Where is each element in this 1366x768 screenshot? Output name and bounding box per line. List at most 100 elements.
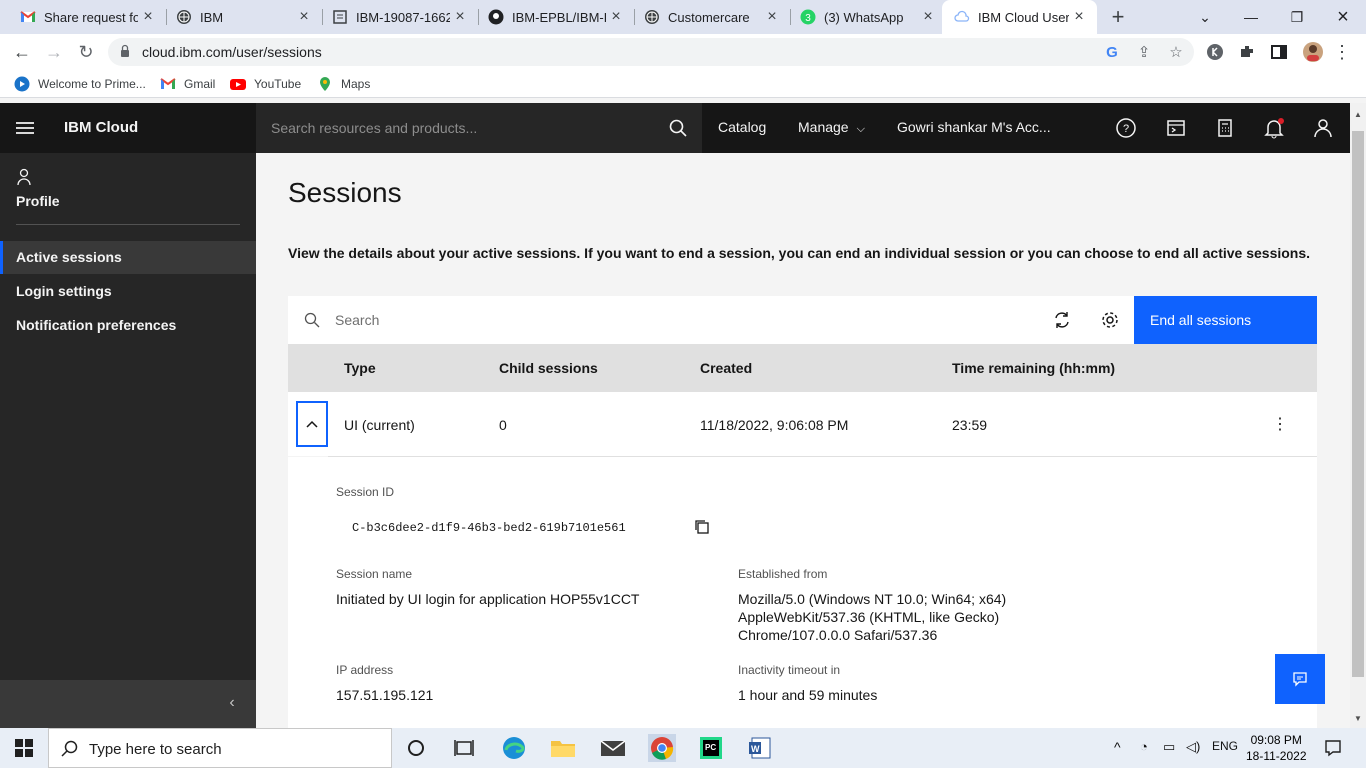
search-icon[interactable] — [668, 118, 688, 138]
expand-row-button[interactable] — [296, 401, 328, 447]
scrollbar-thumb[interactable] — [1352, 131, 1364, 677]
taskbar-clock[interactable]: 09:08 PM 18-11-2022 — [1246, 732, 1307, 764]
sidebar-item-active-sessions[interactable]: Active sessions — [0, 241, 256, 274]
chrome-icon[interactable] — [646, 734, 678, 762]
sidebar-item-notification-preferences[interactable]: Notification preferences — [0, 309, 256, 342]
chat-button[interactable] — [1275, 654, 1325, 704]
new-tab-icon[interactable]: + — [1106, 4, 1130, 29]
back-icon[interactable]: ← — [8, 38, 36, 66]
side-panel-icon[interactable] — [1270, 43, 1288, 61]
restore-icon[interactable]: ❐ — [1274, 0, 1320, 34]
google-lens-icon[interactable]: G — [1102, 42, 1122, 62]
forward-icon[interactable]: → — [40, 38, 68, 66]
window-close-icon[interactable]: × — [1320, 0, 1366, 34]
show-hidden-icons-chevron-icon[interactable]: ^ — [1114, 739, 1121, 755]
language-indicator[interactable]: ENG — [1212, 739, 1238, 753]
profile-avatar-icon[interactable] — [1302, 41, 1324, 63]
cost-estimator-icon[interactable] — [1214, 117, 1236, 139]
column-header-child-sessions[interactable]: Child sessions — [499, 360, 598, 376]
close-tab-icon[interactable]: × — [138, 7, 158, 27]
edge-browser-icon[interactable] — [498, 734, 530, 762]
task-view-icon[interactable] — [448, 734, 480, 762]
tab-whatsapp[interactable]: 3 (3) WhatsApp × — [780, 0, 946, 34]
reload-icon[interactable]: ↻ — [72, 38, 100, 66]
copy-icon[interactable] — [694, 519, 710, 535]
brand-name[interactable]: IBM Cloud — [64, 119, 138, 136]
extensions-puzzle-icon[interactable] — [1238, 43, 1256, 61]
whatsapp-icon: 3 — [800, 9, 816, 25]
settings-gear-icon[interactable] — [1098, 308, 1122, 332]
close-tab-icon[interactable]: × — [294, 7, 314, 27]
cloud-shell-icon[interactable] — [1165, 117, 1187, 139]
close-tab-icon[interactable]: × — [1069, 7, 1089, 27]
globe-icon — [177, 10, 191, 24]
refresh-icon[interactable] — [1050, 308, 1074, 332]
pycharm-icon[interactable]: PC — [695, 734, 727, 762]
battery-icon[interactable]: ▭ — [1163, 739, 1175, 755]
chevron-down-icon: ⌵ — [856, 123, 865, 135]
network-icon[interactable]: ◔ — [1140, 739, 1148, 754]
windows-start-icon[interactable] — [15, 739, 33, 757]
extension-k-icon[interactable] — [1206, 43, 1224, 61]
account-switcher[interactable]: Gowri shankar M's Acc... — [897, 119, 1051, 135]
established-from-label: Established from — [738, 567, 828, 581]
close-tab-icon[interactable]: × — [762, 7, 782, 27]
page-scrollbar[interactable]: ▲ ▼ — [1350, 103, 1366, 728]
chrome-menu-icon[interactable]: ⋮ — [1332, 42, 1352, 62]
table-search-input[interactable]: Search — [335, 312, 379, 328]
global-search[interactable]: Search resources and products... — [256, 103, 702, 153]
mail-icon[interactable] — [597, 734, 629, 762]
scroll-down-arrow-icon[interactable]: ▼ — [1352, 713, 1364, 723]
tab-ibm[interactable]: IBM × — [156, 0, 322, 34]
close-tab-icon[interactable]: × — [918, 7, 938, 27]
tab-github[interactable]: IBM-EPBL/IBM-P × — [468, 0, 634, 34]
overflow-menu-icon[interactable]: ⋮ — [1270, 414, 1290, 434]
volume-icon[interactable]: ◁) — [1186, 739, 1200, 755]
clock-date: 18-11-2022 — [1246, 749, 1307, 763]
share-icon[interactable]: ⇪ — [1134, 42, 1154, 62]
end-all-sessions-button[interactable]: End all sessions — [1134, 296, 1317, 344]
word-icon[interactable]: W — [744, 734, 776, 762]
main-content: Sessions View the details about your act… — [256, 153, 1350, 728]
bookmark-youtube[interactable]: YouTube — [230, 76, 301, 92]
bookmark-gmail[interactable]: Gmail — [160, 76, 215, 92]
tab-gmail-share[interactable]: Share request for × — [0, 0, 166, 34]
globe-icon — [645, 10, 659, 24]
address-bar[interactable]: cloud.ibm.com/user/sessions G ⇪ ☆ — [108, 38, 1194, 66]
bookmark-prime[interactable]: Welcome to Prime... — [14, 76, 146, 92]
column-header-time-remaining[interactable]: Time remaining (hh:mm) — [952, 360, 1115, 376]
profile-heading[interactable]: Profile — [16, 193, 60, 209]
manage-menu[interactable]: Manage ⌵ — [798, 119, 865, 136]
svg-text:3: 3 — [805, 13, 811, 24]
help-icon[interactable]: ? — [1115, 117, 1137, 139]
tab-ibm-cloud-user[interactable]: IBM Cloud User × — [942, 0, 1097, 34]
sidenav-footer: ‹ — [0, 680, 256, 728]
doc-icon — [333, 10, 347, 24]
close-tab-icon[interactable]: × — [606, 7, 626, 27]
cortana-icon[interactable] — [400, 734, 432, 762]
tab-ibm-ticket[interactable]: IBM-19087-1662 × — [312, 0, 478, 34]
hamburger-menu-icon[interactable] — [14, 118, 36, 138]
scroll-up-arrow-icon[interactable]: ▲ — [1352, 109, 1364, 119]
notifications-bell-icon[interactable] — [1263, 117, 1285, 139]
catalog-link[interactable]: Catalog — [718, 119, 766, 135]
collapse-chevron-left-icon[interactable]: ‹ — [224, 694, 240, 711]
chevron-up-icon — [306, 420, 318, 428]
bookmark-star-icon[interactable]: ☆ — [1166, 42, 1186, 62]
minimize-icon[interactable]: — — [1228, 0, 1274, 34]
file-explorer-icon[interactable] — [547, 734, 579, 762]
tab-customercare[interactable]: Customercare × — [624, 0, 790, 34]
taskbar-search[interactable]: Type here to search — [48, 728, 392, 768]
session-name-label: Session name — [336, 567, 413, 581]
notification-center-icon[interactable] — [1324, 739, 1342, 757]
user-profile-icon[interactable] — [1312, 117, 1334, 139]
sidebar-item-login-settings[interactable]: Login settings — [0, 275, 256, 308]
table-toolbar: Search End all sessions — [288, 296, 1317, 344]
tab-search-chevron-icon[interactable]: ⌄ — [1182, 0, 1228, 34]
close-tab-icon[interactable]: × — [450, 7, 470, 27]
established-from-line-3: Chrome/107.0.0.0 Safari/537.36 — [738, 627, 938, 643]
column-header-created[interactable]: Created — [700, 360, 752, 376]
svg-text:?: ? — [1123, 123, 1129, 135]
column-header-type[interactable]: Type — [344, 360, 376, 376]
bookmark-maps[interactable]: Maps — [317, 76, 370, 92]
